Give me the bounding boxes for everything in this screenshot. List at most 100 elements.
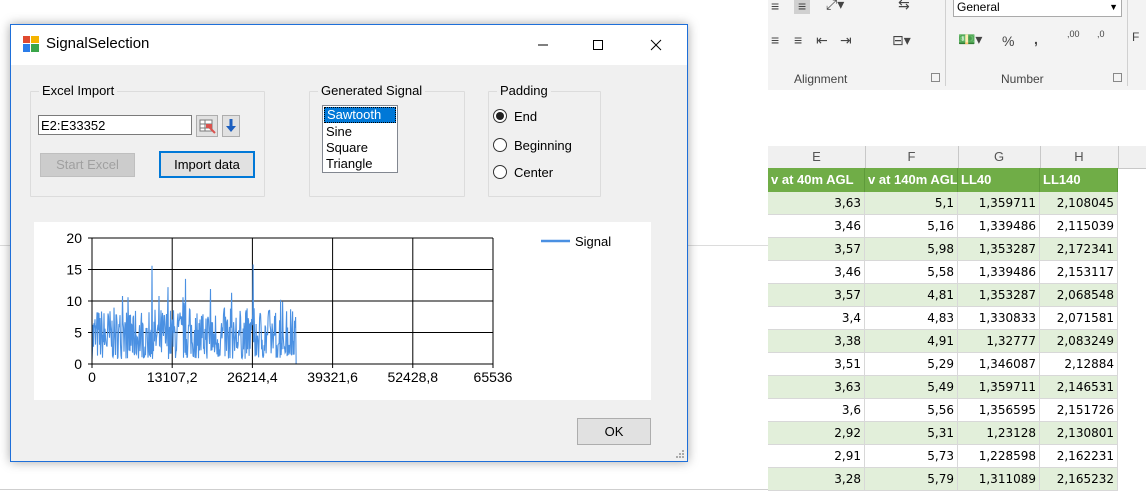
table-cell[interactable]: 4,81 (865, 284, 958, 307)
table-cell[interactable]: 1,23128 (958, 422, 1040, 445)
table-cell[interactable]: 1,228598 (958, 445, 1040, 468)
table-cell[interactable]: 2,92 (768, 422, 865, 445)
table-cell[interactable]: 5,49 (865, 376, 958, 399)
header-cell[interactable]: LL40 (958, 168, 1040, 192)
header-cell[interactable]: LL140 (1040, 168, 1118, 192)
table-cell[interactable]: 2,130801 (1040, 422, 1118, 445)
table-cell[interactable]: 1,353287 (958, 284, 1040, 307)
column-header-f[interactable]: F (865, 146, 959, 168)
table-cell[interactable]: 3,57 (768, 284, 865, 307)
start-excel-button[interactable]: Start Excel (40, 153, 135, 177)
list-item-sine[interactable]: Sine (323, 124, 397, 140)
range-input[interactable]: E2:E33352 (38, 115, 192, 135)
table-cell[interactable]: 2,108045 (1040, 192, 1118, 215)
header-cell[interactable]: v at 140m AGL (865, 168, 958, 192)
merge-center-icon[interactable]: ⊟▾ (892, 32, 911, 49)
radio-beginning[interactable]: Beginning (493, 136, 572, 154)
table-cell[interactable]: 1,32777 (958, 330, 1040, 353)
chart-legend: Signal (541, 234, 611, 249)
table-cell[interactable]: 3,63 (768, 192, 865, 215)
table-cell[interactable]: 1,339486 (958, 215, 1040, 238)
table-cell[interactable]: 2,115039 (1040, 215, 1118, 238)
table-cell[interactable]: 2,151726 (1040, 399, 1118, 422)
percent-icon[interactable]: % (1002, 33, 1014, 49)
increase-indent-icon[interactable]: ⇥ (840, 32, 852, 49)
decrease-indent-icon[interactable]: ⇤ (816, 32, 828, 49)
align-center-icon[interactable]: ≡ (794, 0, 811, 14)
table-cell[interactable]: 2,071581 (1040, 307, 1118, 330)
currency-icon[interactable]: 💵▾ (958, 31, 982, 48)
table-cell[interactable]: 5,73 (865, 445, 958, 468)
align-left-icon[interactable]: ≡ (771, 0, 779, 14)
minimize-button[interactable] (520, 25, 566, 65)
table-cell[interactable]: 2,172341 (1040, 238, 1118, 261)
column-header-g[interactable]: G (958, 146, 1041, 168)
table-cell[interactable]: 1,311089 (958, 468, 1040, 491)
table-cell[interactable]: 1,330833 (958, 307, 1040, 330)
table-cell[interactable]: 2,165232 (1040, 468, 1118, 491)
align-left-text-icon[interactable]: ≡ (771, 32, 779, 48)
list-item-square[interactable]: Square (323, 140, 397, 156)
table-cell[interactable]: 2,12884 (1040, 353, 1118, 376)
signal-listbox[interactable]: Sawtooth Sine Square Triangle (322, 105, 398, 173)
table-cell[interactable]: 5,98 (865, 238, 958, 261)
table-cell[interactable]: 3,38 (768, 330, 865, 353)
table-cell[interactable]: 2,146531 (1040, 376, 1118, 399)
resize-grip-icon[interactable] (675, 449, 685, 459)
table-cell[interactable]: 3,28 (768, 468, 865, 491)
table-cell[interactable]: 3,6 (768, 399, 865, 422)
table-cell[interactable]: 5,1 (865, 192, 958, 215)
list-item-triangle[interactable]: Triangle (323, 156, 397, 172)
wrap-text-icon[interactable]: ⇆ (898, 0, 910, 13)
table-cell[interactable]: 2,91 (768, 445, 865, 468)
table-cell[interactable]: 3,57 (768, 238, 865, 261)
header-cell[interactable]: v at 40m AGL (768, 168, 865, 192)
title-bar[interactable]: SignalSelection (11, 25, 687, 65)
table-cell[interactable]: 3,63 (768, 376, 865, 399)
increase-decimal-icon[interactable]: ,00 (1067, 30, 1080, 39)
formula-bar[interactable] (768, 90, 1146, 107)
table-cell[interactable]: 2,083249 (1040, 330, 1118, 353)
table-cell[interactable]: 3,4 (768, 307, 865, 330)
table-cell[interactable]: 1,346087 (958, 353, 1040, 376)
table-cell[interactable]: 5,31 (865, 422, 958, 445)
table-cell[interactable]: 2,153117 (1040, 261, 1118, 284)
table-cell[interactable]: 4,83 (865, 307, 958, 330)
table-cell[interactable]: 1,359711 (958, 376, 1040, 399)
table-cell[interactable]: 1,339486 (958, 261, 1040, 284)
align-right-text-icon[interactable]: ≡ (794, 32, 802, 48)
ok-button[interactable]: OK (577, 418, 651, 445)
table-cell[interactable]: 4,91 (865, 330, 958, 353)
x-tick-label: 13107,2 (147, 369, 198, 385)
table-cell[interactable]: 2,162231 (1040, 445, 1118, 468)
number-launcher-icon[interactable] (1113, 73, 1122, 82)
comma-style-icon[interactable]: , (1034, 31, 1038, 47)
column-header-e[interactable]: E (768, 146, 866, 168)
table-cell[interactable]: 5,56 (865, 399, 958, 422)
table-cell[interactable]: 1,356595 (958, 399, 1040, 422)
expand-down-button[interactable] (222, 115, 240, 137)
radio-end[interactable]: End (493, 107, 537, 125)
table-cell[interactable]: 3,46 (768, 261, 865, 284)
close-button[interactable] (633, 25, 679, 65)
table-cell[interactable]: 3,46 (768, 215, 865, 238)
table-row: 3,63 5,1 1,359711 2,108045 (768, 192, 1118, 215)
alignment-launcher-icon[interactable] (931, 73, 940, 82)
table-cell[interactable]: 3,51 (768, 353, 865, 376)
column-header-h[interactable]: H (1040, 146, 1119, 168)
table-cell[interactable]: 5,16 (865, 215, 958, 238)
table-cell[interactable]: 5,79 (865, 468, 958, 491)
list-item-sawtooth[interactable]: Sawtooth (324, 107, 396, 123)
range-picker-button[interactable] (196, 115, 218, 137)
number-format-dropdown[interactable]: General ▼ (953, 0, 1122, 17)
orientation-icon[interactable]: ⤢▾ (826, 0, 844, 13)
table-cell[interactable]: 2,068548 (1040, 284, 1118, 307)
maximize-button[interactable] (575, 25, 621, 65)
table-cell[interactable]: 1,359711 (958, 192, 1040, 215)
radio-center[interactable]: Center (493, 163, 553, 181)
table-cell[interactable]: 5,29 (865, 353, 958, 376)
table-cell[interactable]: 1,353287 (958, 238, 1040, 261)
import-data-button[interactable]: Import data (159, 151, 255, 178)
table-cell[interactable]: 5,58 (865, 261, 958, 284)
decrease-decimal-icon[interactable]: ,0 (1097, 30, 1105, 39)
